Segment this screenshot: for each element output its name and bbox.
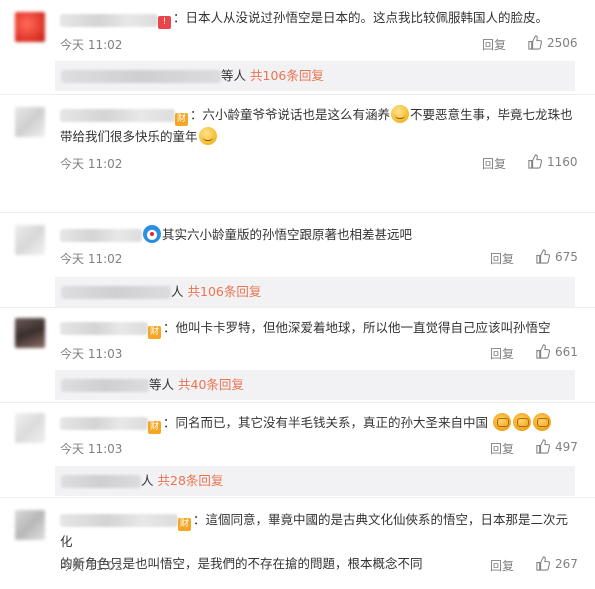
comment-item: 财：同名而已，其它没有半毛钱关系，真正的孙大圣来自中国 今天 11:03 回复 … bbox=[0, 403, 595, 498]
reply-button[interactable]: 回复 bbox=[482, 36, 506, 53]
comment-item: 财：這個同意，畢竟中國的是古典文化仙俠系的悟空，日本那是二次元化 的新角色只是也… bbox=[0, 498, 595, 589]
smile-emoji-icon bbox=[391, 105, 410, 123]
sub-replies-label: 人 bbox=[141, 473, 154, 488]
like-count: 267 bbox=[555, 556, 578, 571]
comment-time: 今天 11:03 bbox=[60, 442, 123, 456]
wealth-badge-icon: 财 bbox=[148, 326, 161, 339]
wealth-badge-icon: 财 bbox=[178, 518, 191, 531]
sub-replies-box[interactable]: 等人 共40条回复 bbox=[55, 370, 575, 400]
wealth-badge-icon: 财 bbox=[175, 113, 188, 126]
like-count: 661 bbox=[555, 344, 578, 359]
like-button[interactable]: 661 bbox=[535, 344, 578, 359]
avatar[interactable] bbox=[15, 318, 45, 348]
sub-replies-label: 人 bbox=[171, 284, 184, 299]
thumbs-up-icon bbox=[528, 35, 542, 50]
avatar[interactable] bbox=[15, 510, 45, 540]
sub-replies-label: 等人 bbox=[221, 68, 247, 83]
reply-button[interactable]: 回复 bbox=[482, 155, 506, 172]
like-count: 1160 bbox=[547, 154, 578, 169]
thumbs-up-icon bbox=[536, 249, 550, 264]
reply-button[interactable]: 回复 bbox=[490, 250, 514, 267]
comment-time: 今天 11:02 bbox=[60, 157, 123, 171]
smile-emoji-icon bbox=[198, 127, 217, 145]
sub-replies-link[interactable]: 共40条回复 bbox=[178, 377, 244, 392]
comment-text: ! ：日本人从没说过孙悟空是日本的。这点我比较佩服韩国人的脸皮。 bbox=[60, 7, 575, 29]
like-button[interactable]: 675 bbox=[535, 249, 578, 264]
like-count: 497 bbox=[555, 439, 578, 454]
sub-replies-box[interactable]: 人 共28条回复 bbox=[55, 466, 575, 496]
comment-time: 今天 11:02 bbox=[60, 559, 123, 573]
like-count: 675 bbox=[555, 249, 578, 264]
comment-text: 财：他叫卡卡罗特，但他深爱着地球，所以他一直觉得自己应该叫孙悟空 bbox=[148, 320, 551, 339]
sub-replies-box[interactable]: 人 共106条回复 bbox=[55, 277, 575, 307]
wealth-badge-icon: 财 bbox=[148, 421, 161, 434]
reply-button[interactable]: 回复 bbox=[490, 557, 514, 574]
comment-time: 今天 11:02 bbox=[60, 252, 123, 266]
fist-emoji-icon bbox=[493, 413, 511, 431]
comment-item: 其实六小龄童版的孙悟空跟原著也相差甚远吧 今天 11:02 回复 675 人 共… bbox=[0, 213, 595, 308]
avatar[interactable] bbox=[15, 413, 45, 443]
comment-item: ! ：日本人从没说过孙悟空是日本的。这点我比较佩服韩国人的脸皮。 今天 11:02… bbox=[0, 0, 595, 95]
sub-replies-label: 等人 bbox=[149, 377, 175, 392]
comment-time: 今天 11:03 bbox=[60, 347, 123, 361]
sub-replies-link[interactable]: 共106条回复 bbox=[188, 284, 262, 299]
like-button[interactable]: 2506 bbox=[527, 35, 578, 50]
vip-badge-icon: ! bbox=[158, 16, 171, 29]
comment-text: 财：六小龄童爷爷说话也是这么有涵养 不要恶意生事，毕竟七龙珠也 带给我们很多快乐的… bbox=[60, 105, 573, 145]
avatar[interactable] bbox=[15, 12, 45, 42]
reply-button[interactable]: 回复 bbox=[490, 440, 514, 457]
comment-time: 今天 11:02 bbox=[60, 38, 123, 52]
sub-replies-link[interactable]: 共106条回复 bbox=[250, 68, 324, 83]
doraemon-emoji-icon bbox=[143, 225, 161, 243]
comment-item: 财：他叫卡卡罗特，但他深爱着地球，所以他一直觉得自己应该叫孙悟空 今天 11:0… bbox=[0, 308, 595, 403]
reply-button[interactable]: 回复 bbox=[490, 345, 514, 362]
avatar[interactable] bbox=[15, 107, 45, 137]
thumbs-up-icon bbox=[536, 556, 550, 571]
like-button[interactable]: 1160 bbox=[527, 154, 578, 169]
thumbs-up-icon bbox=[528, 154, 542, 169]
thumbs-up-icon bbox=[536, 344, 550, 359]
comment-item: 财：六小龄童爷爷说话也是这么有涵养 不要恶意生事，毕竟七龙珠也 带给我们很多快乐的… bbox=[0, 95, 595, 190]
fist-emoji-icon bbox=[533, 413, 551, 431]
sub-replies-link[interactable]: 共28条回复 bbox=[158, 473, 224, 488]
comment-text: 其实六小龄童版的孙悟空跟原著也相差甚远吧 bbox=[60, 224, 575, 246]
thumbs-up-icon bbox=[536, 439, 550, 454]
sub-replies-box[interactable]: 等人 共106条回复 bbox=[55, 61, 575, 91]
avatar[interactable] bbox=[15, 225, 45, 255]
comment-text: 财：同名而已，其它没有半毛钱关系，真正的孙大圣来自中国 bbox=[60, 412, 575, 434]
like-button[interactable]: 267 bbox=[535, 556, 578, 571]
like-button[interactable]: 497 bbox=[535, 439, 578, 454]
like-count: 2506 bbox=[547, 35, 578, 50]
fist-emoji-icon bbox=[513, 413, 531, 431]
